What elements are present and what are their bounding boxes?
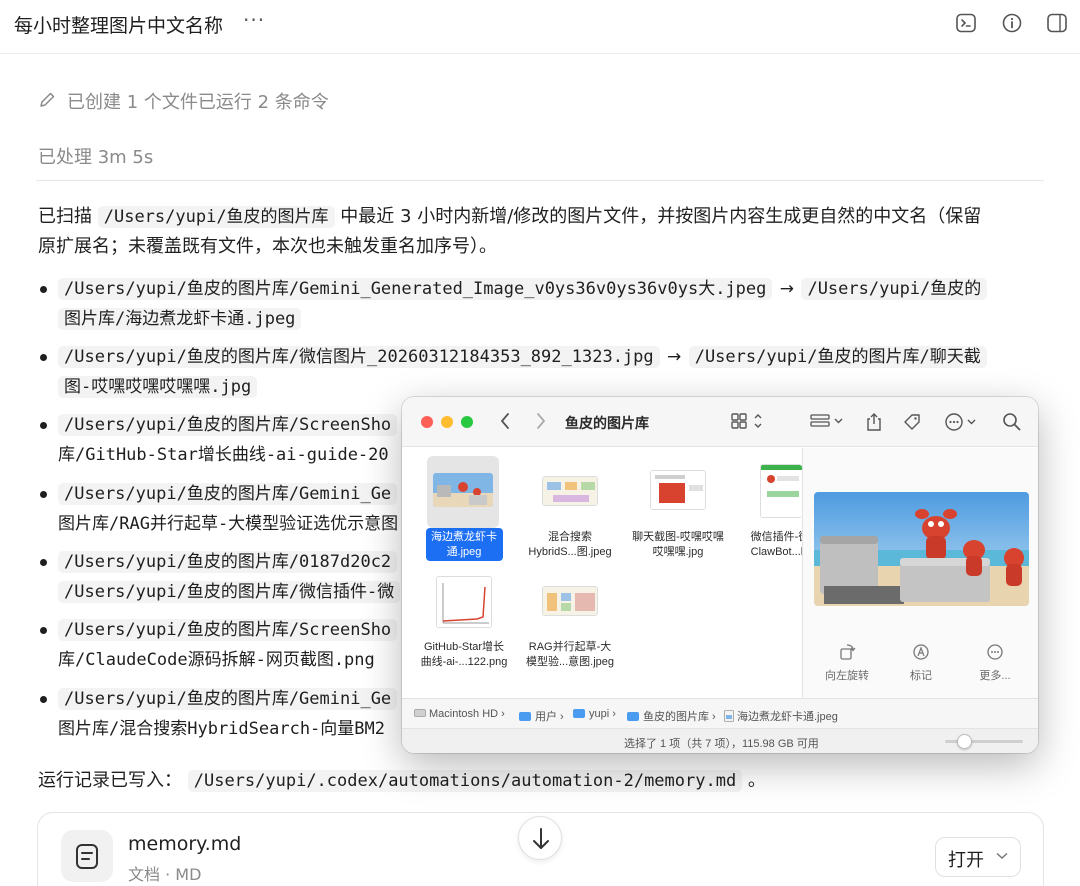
list-item-1-line-2: 图-哎嘿哎嘿哎嘿嘿.jpg (58, 372, 258, 402)
list-item-2-line-2: 库/GitHub-Star增长曲线-ai-guide-20 (58, 445, 389, 465)
search-icon[interactable] (1002, 412, 1022, 432)
bullet (40, 696, 47, 703)
status-bar: 选择了 1 项（共 7 项），115.98 GB 可用 (402, 728, 1038, 753)
action-menu-icon[interactable] (944, 412, 980, 432)
list-item-3-line-2: 图片库/RAG并行起草-大模型验证选优示意图 (58, 514, 399, 534)
file-label-1[interactable]: 混合搜索 HybridS...图.jpeg (524, 530, 616, 560)
thumbnail-hybrid-search[interactable] (542, 476, 598, 506)
path-crumb-library[interactable]: 鱼皮的图片库 › (627, 708, 716, 724)
finder-file-grid: 海边煮龙虾卡 通.jpeg 混合搜索 HybridS...图.jpeg 聊天截图… (402, 448, 809, 698)
bullet (40, 354, 47, 361)
thumbnail-wechat-plugin[interactable] (760, 464, 802, 518)
share-icon[interactable] (865, 412, 883, 432)
open-button[interactable]: 打开 (935, 837, 1021, 877)
thumbnail-chat-screenshot[interactable] (650, 470, 706, 510)
file-label-4[interactable]: GitHub-Star增长 曲线-ai-...122.png (418, 640, 510, 670)
intro-line-1: 已扫描 /Users/yupi/鱼皮的图片库 中最近 3 小时内新增/修改的图片… (38, 206, 982, 228)
chevron-down-icon (996, 852, 1008, 860)
list-item-5-line-2: 库/ClaudeCode源码拆解-网页截图.png (58, 650, 375, 670)
status-text: 选择了 1 项（共 7 项），115.98 GB 可用 (624, 738, 819, 750)
finder-toolbar: 鱼皮的图片库 (402, 397, 1038, 447)
bullet (40, 559, 47, 566)
folder-icon (627, 712, 639, 721)
file-type: 文档 · MD (128, 865, 202, 884)
markup-icon (913, 644, 929, 660)
zoom-window-button[interactable] (461, 416, 473, 428)
path-crumb-disk[interactable]: Macintosh HD › (414, 708, 505, 720)
bullet (40, 491, 47, 498)
inline-code-path: /Users/yupi/鱼皮的图片库 (97, 206, 335, 228)
forward-icon[interactable] (535, 412, 547, 430)
thread-title: 每小时整理图片中文名称 (14, 15, 224, 37)
folder-icon (519, 712, 531, 721)
list-item-6-line-2: 图片库/混合搜索HybridSearch-向量BM2 (58, 719, 385, 739)
group-icon[interactable] (810, 412, 846, 430)
intro-line-2: 原扩展名；未覆盖既有文件，本次也未触发重名加序号）。 (38, 236, 497, 257)
bullet (40, 422, 47, 429)
finder-window[interactable]: 鱼皮的图片库 海边煮龙虾卡 通.jpeg 混合搜索 HybridS...图.jp… (402, 397, 1038, 753)
preview-image (814, 492, 1029, 606)
more-options-button[interactable]: ··· (243, 8, 265, 32)
sidebar-toggle-icon[interactable] (1046, 12, 1068, 34)
file-label-5[interactable]: RAG并行起草-大 模型验...意图.jpeg (524, 640, 616, 670)
close-window-button[interactable] (421, 416, 433, 428)
rotate-left-icon (840, 644, 856, 660)
divider (36, 180, 1044, 181)
disk-icon (414, 709, 426, 717)
icon-size-slider-knob[interactable] (957, 734, 972, 749)
path-crumb-users[interactable]: 用户 › (519, 708, 564, 724)
pencil-icon (40, 92, 55, 107)
list-item-0-line-2: 图片库/海边煮龙虾卡通.jpeg (58, 304, 302, 334)
list-item-4-line-2: /Users/yupi/鱼皮的图片库/微信插件-微 (58, 577, 401, 607)
scroll-to-bottom-button[interactable] (518, 816, 562, 860)
more-icon (987, 644, 1003, 660)
folder-icon (573, 709, 585, 718)
processed-time: 已处理 3m 5s (38, 147, 154, 168)
arrow-down-icon (533, 828, 549, 849)
list-item-1-line-1: /Users/yupi/鱼皮的图片库/微信图片_20260312184353_8… (58, 342, 987, 372)
list-item-0-line-1: /Users/yupi/鱼皮的图片库/Gemini_Generated_Imag… (58, 274, 988, 304)
file-label-0[interactable]: 海边煮龙虾卡 通.jpeg (418, 530, 510, 560)
bullet (40, 286, 47, 293)
info-icon[interactable] (1001, 12, 1023, 34)
image-file-icon (724, 710, 734, 722)
list-item-3-line-1: /Users/yupi/鱼皮的图片库/Gemini_Ge (58, 479, 398, 509)
more-actions-button[interactable]: 更多... (965, 643, 1025, 683)
markup-button[interactable]: 标记 (891, 643, 951, 683)
thumbnail-github-star[interactable] (436, 576, 492, 628)
file-name: memory.md (128, 833, 242, 855)
icon-view-icon[interactable] (730, 412, 764, 430)
tag-icon[interactable] (902, 412, 922, 432)
path-crumb-yupi[interactable]: yupi › (573, 708, 616, 720)
created-summary-text: 已创建 1 个文件已运行 2 条命令 (67, 92, 329, 113)
terminal-icon[interactable] (955, 12, 977, 34)
rotate-left-button[interactable]: 向左旋转 (817, 643, 877, 683)
log-path: /Users/yupi/.codex/automations/automatio… (187, 770, 743, 792)
list-item-2-line-1: /Users/yupi/鱼皮的图片库/ScreenSho (58, 410, 398, 440)
minimize-window-button[interactable] (441, 416, 453, 428)
preview-pane: 向左旋转 标记 更多... (802, 448, 1038, 698)
list-item-5-line-1: /Users/yupi/鱼皮的图片库/ScreenSho (58, 615, 398, 645)
path-crumb-file[interactable]: 海边煮龙虾卡通.jpeg (724, 708, 838, 724)
path-bar: Macintosh HD › 用户 › yupi › 鱼皮的图片库 › 海边煮龙… (402, 698, 1038, 728)
list-item-4-line-1: /Users/yupi/鱼皮的图片库/0187d20c2 (58, 547, 398, 577)
thumbnail-lobster[interactable] (433, 473, 493, 507)
finder-title: 鱼皮的图片库 (565, 415, 649, 431)
top-bar: 每小时整理图片中文名称 ··· (0, 0, 1080, 54)
thumbnail-rag-diagram[interactable] (542, 586, 598, 616)
file-label-2[interactable]: 聊天截图-哎嘿哎嘿 哎嘿嘿.jpg (632, 530, 724, 560)
list-item-6-line-1: /Users/yupi/鱼皮的图片库/Gemini_Ge (58, 684, 398, 714)
back-icon[interactable] (499, 412, 511, 430)
document-icon (61, 830, 113, 882)
log-line: 运行记录已写入： /Users/yupi/.codex/automations/… (38, 770, 766, 792)
bullet (40, 627, 47, 634)
